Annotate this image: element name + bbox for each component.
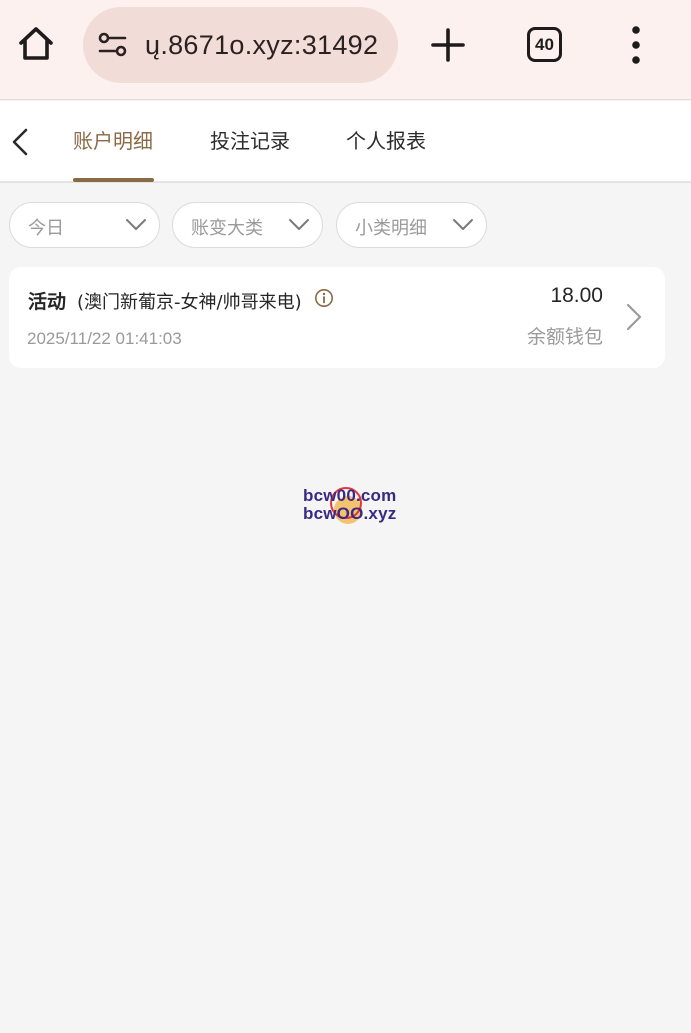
chevron-down-icon (453, 219, 473, 230)
transaction-record[interactable]: 活动 (澳门新葡京-女神/帅哥来电) 2025/11/22 01:41:03 1… (9, 267, 665, 368)
date-filter-label: 今日 (28, 218, 64, 239)
site-settings-icon[interactable] (95, 27, 131, 63)
new-tab-icon[interactable] (428, 25, 468, 65)
subcategory-filter-dropdown[interactable]: 小类明细 (336, 202, 487, 248)
tab-account-details[interactable]: 账户明细 (73, 125, 153, 154)
chevron-down-icon (289, 219, 309, 230)
record-amount: 18.00 (550, 284, 603, 307)
address-bar[interactable]: ų.8671o.xyz:31492 (83, 7, 398, 83)
tab-count: 40 (535, 34, 554, 54)
subcategory-filter-label: 小类明细 (355, 218, 427, 239)
record-wallet: 余额钱包 (526, 326, 603, 348)
tab-bet-records[interactable]: 投注记录 (210, 125, 290, 154)
browser-toolbar: ų.8671o.xyz:31492 40 (0, 0, 691, 100)
active-tab-indicator (73, 178, 154, 182)
watermark: bcw00.com bcwOO.xyz (300, 484, 404, 528)
record-type: 活动 (28, 291, 67, 313)
watermark-line-1: bcw00.com (303, 486, 397, 505)
url-text: ų.8671o.xyz:31492 (145, 29, 379, 60)
category-filter-label: 账变大类 (191, 218, 263, 239)
watermark-line-2: bcwOO.xyz (303, 504, 397, 523)
date-filter-dropdown[interactable]: 今日 (9, 202, 160, 248)
chevron-right-icon (626, 303, 642, 331)
page-tab-bar: 账户明细 投注记录 个人报表 (0, 101, 691, 183)
category-filter-dropdown[interactable]: 账变大类 (172, 202, 323, 248)
record-timestamp: 2025/11/22 01:41:03 (27, 329, 182, 348)
chevron-down-icon (126, 219, 146, 230)
more-menu-icon[interactable] (620, 24, 652, 66)
back-chevron-icon[interactable] (8, 124, 34, 160)
info-icon[interactable] (314, 288, 334, 308)
tab-personal-report[interactable]: 个人报表 (346, 125, 426, 154)
record-detail: (澳门新葡京-女神/帅哥来电) (77, 292, 302, 313)
tab-switcher-button[interactable]: 40 (527, 27, 562, 62)
home-icon[interactable] (16, 24, 56, 64)
